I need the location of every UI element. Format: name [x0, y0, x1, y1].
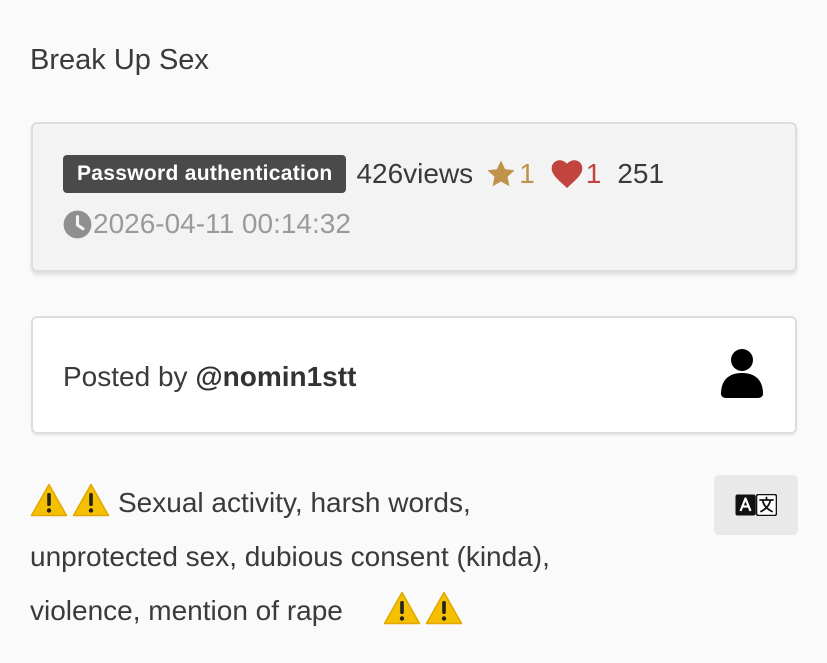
description-text: violence, mention of rape [30, 595, 343, 626]
warning-icon [72, 483, 110, 517]
view-count: 426views [356, 158, 474, 189]
clock-icon [63, 210, 92, 238]
user-icon[interactable] [721, 348, 763, 398]
translate-icon [735, 494, 777, 516]
heart-count: 1 [585, 158, 602, 189]
post-date: 2026-04-11 00:14:32 [93, 208, 351, 239]
star-icon[interactable] [485, 158, 517, 190]
author-handle[interactable]: @nomin1stt [195, 361, 356, 392]
posted-by-prefix: Posted by [63, 361, 196, 392]
description: Sexual activity, harsh words, unprotecte… [30, 476, 690, 638]
description-text: Sexual activity, harsh words, [118, 487, 471, 518]
description-line: unprotected sex, dubious consent (kinda)… [30, 541, 550, 572]
author-card[interactable]: Posted by @nomin1stt [31, 316, 797, 434]
page-title: Break Up Sex [30, 44, 209, 76]
warning-icon [30, 483, 68, 517]
star-count: 1 [519, 158, 535, 189]
warning-icon [425, 591, 463, 625]
novel-detail-page: Break Up Sex Password authentication 426… [0, 0, 827, 663]
date-row: 2026-04-11 00:14:32 [63, 208, 351, 240]
description-line: violence, mention of rape [30, 584, 690, 638]
posted-by: Posted by @nomin1stt [63, 361, 356, 393]
secondary-count: 251 [617, 158, 665, 189]
stats-row: Password authentication 426views 1 1 251 [63, 155, 664, 193]
auth-badge: Password authentication [63, 155, 347, 193]
stats-card: Password authentication 426views 1 1 251… [31, 122, 797, 272]
translate-button[interactable] [714, 475, 798, 535]
heart-icon[interactable] [551, 159, 583, 189]
warning-icon [383, 591, 421, 625]
description-line: Sexual activity, harsh words, [30, 476, 690, 530]
